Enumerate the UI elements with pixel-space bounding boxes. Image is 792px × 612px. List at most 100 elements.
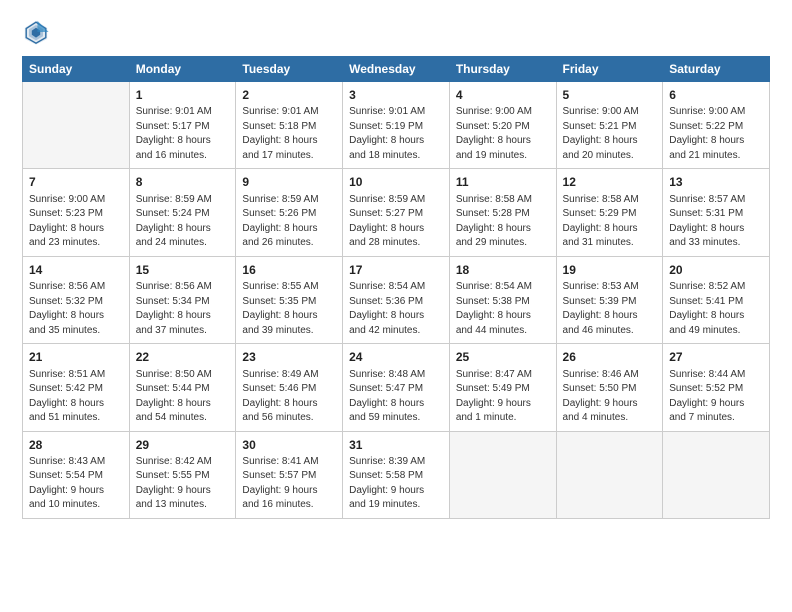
day-info: Sunrise: 8:59 AMSunset: 5:24 PMDaylight:… [136,193,230,251]
day-number: 15 [136,262,230,279]
day-number: 30 [242,437,336,454]
day-info: Sunrise: 8:57 AMSunset: 5:31 PMDaylight:… [669,193,763,251]
day-number: 25 [456,349,550,366]
day-info: Sunrise: 9:01 AMSunset: 5:18 PMDaylight:… [242,105,336,163]
calendar-cell: 7 Sunrise: 9:00 AMSunset: 5:23 PMDaylight… [23,169,130,256]
day-number: 8 [136,174,230,191]
day-info: Sunrise: 8:58 AMSunset: 5:29 PMDaylight:… [563,193,657,251]
day-header-monday: Monday [129,57,236,82]
day-header-tuesday: Tuesday [236,57,343,82]
day-info: Sunrise: 9:00 AMSunset: 5:23 PMDaylight:… [29,193,123,251]
day-number: 6 [669,87,763,104]
day-info: Sunrise: 8:39 AMSunset: 5:58 PMDaylight:… [349,455,443,513]
day-number: 28 [29,437,123,454]
day-header-friday: Friday [556,57,663,82]
day-number: 7 [29,174,123,191]
calendar-cell: 26Sunrise: 8:46 AMSunset: 5:50 PMDayligh… [556,344,663,431]
day-number: 27 [669,349,763,366]
calendar-cell: 28Sunrise: 8:43 AMSunset: 5:54 PMDayligh… [23,431,130,518]
day-info: Sunrise: 8:47 AMSunset: 5:49 PMDaylight:… [456,368,550,426]
calendar-cell: 24 Sunrise: 8:48 AMSunset: 5:47 PMDayligh… [343,344,450,431]
day-number: 12 [563,174,657,191]
day-info: Sunrise: 8:41 AMSunset: 5:57 PMDaylight:… [242,455,336,513]
day-info: Sunrise: 8:55 AMSunset: 5:35 PMDaylight:… [242,280,336,338]
calendar-cell: 9Sunrise: 8:59 AMSunset: 5:26 PMDaylight… [236,169,343,256]
calendar-cell: 22Sunrise: 8:50 AMSunset: 5:44 PMDayligh… [129,344,236,431]
day-info: Sunrise: 8:48 AMSunset: 5:47 PMDaylight:… [349,368,443,426]
day-info: Sunrise: 8:46 AMSunset: 5:50 PMDaylight:… [563,368,657,426]
calendar-week-row: 7 Sunrise: 9:00 AMSunset: 5:23 PMDaylight… [23,169,770,256]
calendar-cell: 13 Sunrise: 8:57 AMSunset: 5:31 PMDayligh… [663,169,770,256]
day-number: 19 [563,262,657,279]
calendar-table: SundayMondayTuesdayWednesdayThursdayFrid… [22,56,770,519]
calendar-week-row: 21Sunrise: 8:51 AMSunset: 5:42 PMDayligh… [23,344,770,431]
day-number: 20 [669,262,763,279]
day-number: 5 [563,87,657,104]
day-number: 23 [242,349,336,366]
calendar-cell: 31Sunrise: 8:39 AMSunset: 5:58 PMDayligh… [343,431,450,518]
day-number: 3 [349,87,443,104]
day-info: Sunrise: 8:54 AMSunset: 5:38 PMDaylight:… [456,280,550,338]
calendar-cell [556,431,663,518]
calendar-cell: 25 Sunrise: 8:47 AMSunset: 5:49 PMDayligh… [449,344,556,431]
day-info: Sunrise: 8:54 AMSunset: 5:36 PMDaylight:… [349,280,443,338]
calendar-cell: 15Sunrise: 8:56 AMSunset: 5:34 PMDayligh… [129,256,236,343]
day-info: Sunrise: 9:00 AMSunset: 5:20 PMDaylight:… [456,105,550,163]
calendar-cell: 20Sunrise: 8:52 AMSunset: 5:41 PMDayligh… [663,256,770,343]
calendar-cell: 1Sunrise: 9:01 AMSunset: 5:17 PMDaylight… [129,82,236,169]
calendar-cell [663,431,770,518]
day-number: 22 [136,349,230,366]
header [22,18,770,46]
calendar-cell [23,82,130,169]
day-number: 4 [456,87,550,104]
day-info: Sunrise: 9:00 AMSunset: 5:22 PMDaylight:… [669,105,763,163]
calendar-cell: 16Sunrise: 8:55 AMSunset: 5:35 PMDayligh… [236,256,343,343]
day-info: Sunrise: 8:52 AMSunset: 5:41 PMDaylight:… [669,280,763,338]
day-number: 21 [29,349,123,366]
page: SundayMondayTuesdayWednesdayThursdayFrid… [0,0,792,612]
day-number: 9 [242,174,336,191]
day-number: 24 [349,349,443,366]
day-info: Sunrise: 8:59 AMSunset: 5:27 PMDaylight:… [349,193,443,251]
day-number: 11 [456,174,550,191]
logo [22,18,54,46]
calendar-cell: 18Sunrise: 8:54 AMSunset: 5:38 PMDayligh… [449,256,556,343]
day-number: 14 [29,262,123,279]
day-number: 13 [669,174,763,191]
day-number: 10 [349,174,443,191]
day-info: Sunrise: 9:01 AMSunset: 5:19 PMDaylight:… [349,105,443,163]
calendar-cell: 21Sunrise: 8:51 AMSunset: 5:42 PMDayligh… [23,344,130,431]
calendar-cell: 14Sunrise: 8:56 AMSunset: 5:32 PMDayligh… [23,256,130,343]
day-info: Sunrise: 9:01 AMSunset: 5:17 PMDaylight:… [136,105,230,163]
calendar-cell: 2Sunrise: 9:01 AMSunset: 5:18 PMDaylight… [236,82,343,169]
day-info: Sunrise: 8:56 AMSunset: 5:34 PMDaylight:… [136,280,230,338]
calendar-cell: 8 Sunrise: 8:59 AMSunset: 5:24 PMDaylight… [129,169,236,256]
day-number: 17 [349,262,443,279]
calendar-week-row: 1Sunrise: 9:01 AMSunset: 5:17 PMDaylight… [23,82,770,169]
calendar-cell: 30Sunrise: 8:41 AMSunset: 5:57 PMDayligh… [236,431,343,518]
calendar-cell: 11 Sunrise: 8:58 AMSunset: 5:28 PMDayligh… [449,169,556,256]
day-info: Sunrise: 8:56 AMSunset: 5:32 PMDaylight:… [29,280,123,338]
calendar-cell [449,431,556,518]
day-info: Sunrise: 8:58 AMSunset: 5:28 PMDaylight:… [456,193,550,251]
day-info: Sunrise: 8:43 AMSunset: 5:54 PMDaylight:… [29,455,123,513]
day-number: 31 [349,437,443,454]
day-header-thursday: Thursday [449,57,556,82]
calendar-header-row: SundayMondayTuesdayWednesdayThursdayFrid… [23,57,770,82]
calendar-cell: 29Sunrise: 8:42 AMSunset: 5:55 PMDayligh… [129,431,236,518]
calendar-cell: 27 Sunrise: 8:44 AMSunset: 5:52 PMDayligh… [663,344,770,431]
day-number: 2 [242,87,336,104]
day-number: 1 [136,87,230,104]
day-number: 18 [456,262,550,279]
calendar-cell: 4Sunrise: 9:00 AMSunset: 5:20 PMDaylight… [449,82,556,169]
day-info: Sunrise: 8:49 AMSunset: 5:46 PMDaylight:… [242,368,336,426]
day-info: Sunrise: 9:00 AMSunset: 5:21 PMDaylight:… [563,105,657,163]
logo-icon [22,18,50,46]
calendar-cell: 17Sunrise: 8:54 AMSunset: 5:36 PMDayligh… [343,256,450,343]
day-header-saturday: Saturday [663,57,770,82]
day-info: Sunrise: 8:44 AMSunset: 5:52 PMDaylight:… [669,368,763,426]
calendar-week-row: 28Sunrise: 8:43 AMSunset: 5:54 PMDayligh… [23,431,770,518]
day-header-wednesday: Wednesday [343,57,450,82]
calendar-cell: 3Sunrise: 9:01 AMSunset: 5:19 PMDaylight… [343,82,450,169]
calendar-cell: 19Sunrise: 8:53 AMSunset: 5:39 PMDayligh… [556,256,663,343]
